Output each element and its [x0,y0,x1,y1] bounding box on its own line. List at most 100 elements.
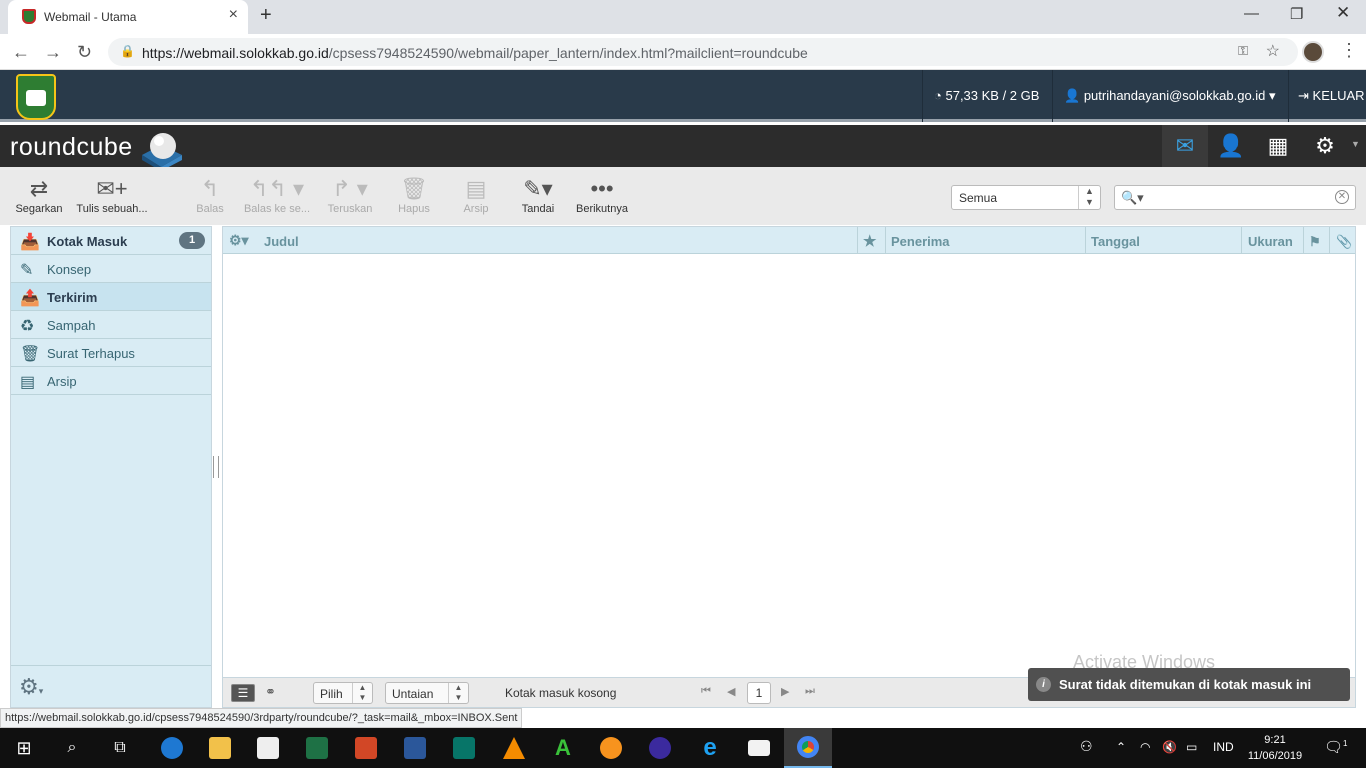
pencil-icon: ✎ [20,262,34,279]
last-page-icon[interactable]: ⏭ [805,685,815,698]
forward-icon[interactable]: → [44,42,62,63]
folder-junk[interactable]: ♻ Sampah [11,311,211,339]
info-icon: i [1036,677,1051,692]
mail-task-button[interactable]: ✉ [1162,125,1208,167]
taskbar-app-a[interactable]: A [539,728,587,768]
minimize-icon[interactable]: — [1244,5,1259,22]
logout-button[interactable]: ⇥ KELUAR [1298,88,1365,104]
search-icon[interactable]: 🔍▾ [1121,190,1144,206]
key-icon[interactable]: ⚿ [1238,43,1248,59]
taskbar-mail[interactable] [735,728,783,768]
select-arrows-icon: ▲ ▼ [1078,186,1100,209]
compose-button[interactable]: ✉+ Tulis sebuah... [72,175,152,215]
calendar-task-button[interactable]: ▦ [1255,125,1301,167]
taskbar-word[interactable] [391,728,439,768]
tab-title: Webmail - Utama [44,10,137,24]
volume-muted-icon[interactable]: 🔇 [1162,740,1177,754]
word-icon [404,737,426,759]
taskbar-publisher[interactable] [440,728,488,768]
task-view-button[interactable]: ⧉ [96,728,144,768]
close-tab-icon[interactable]: × [229,6,238,24]
threads-toggle-icon[interactable]: ⚭ [265,684,276,700]
contacts-task-button[interactable]: 👤 [1208,125,1254,167]
taskbar-uc-browser[interactable] [587,728,635,768]
user-menu[interactable]: 👤 putrihandayani@solokkab.go.id ▾ [1064,88,1276,104]
action-center-icon[interactable]: 🗨1 [1324,738,1348,756]
people-icon[interactable]: ⚇ [1080,738,1093,755]
divider [857,227,858,254]
taskbar-edge[interactable] [148,728,196,768]
address-bar[interactable]: 🔒 https://webmail.solokkab.go.id/cpsess7… [108,38,1298,66]
profile-avatar[interactable] [1302,41,1324,63]
folder-archive[interactable]: ▤ Arsip [11,367,211,395]
mark-button[interactable]: ✎▾ Tandai [516,175,560,215]
page-number-input[interactable]: 1 [747,682,771,704]
column-subject[interactable]: Judul [264,234,299,249]
folder-drafts[interactable]: ✎ Konsep [11,255,211,283]
folder-sent[interactable]: 📤 Terkirim [11,283,211,311]
threads-dropdown[interactable]: Untaian ▲ ▼ [385,682,469,704]
reload-icon[interactable]: ↻ [77,42,92,63]
browser-tab[interactable]: Webmail - Utama × [8,0,248,34]
roundcube-logo-text[interactable]: roundcube [10,133,133,162]
taskbar-search-button[interactable]: ⌕ [48,728,96,768]
search-input[interactable] [1145,189,1325,206]
flag-star-icon[interactable]: ★ [863,232,876,250]
folder-inbox[interactable]: 📥 Kotak Masuk 1 [11,227,211,255]
select-dropdown[interactable]: Pilih ▲ ▼ [313,682,373,704]
column-date[interactable]: Tanggal [1091,234,1140,249]
reply-all-button[interactable]: ↰↰ ▾ Balas ke se... [242,175,312,215]
taskbar-excel[interactable] [293,728,341,768]
status-bar-link: https://webmail.solokkab.go.id/cpsess794… [0,708,523,728]
list-options-gear-icon[interactable]: ⚙▾ [229,232,249,249]
column-recipient[interactable]: Penerima [891,234,950,249]
taskbar-explorer[interactable] [196,728,244,768]
taskbar-internet-explorer[interactable]: e [686,728,734,768]
attachment-column-icon[interactable]: 📎 [1336,234,1352,250]
close-window-icon[interactable]: ✕ [1336,3,1350,23]
flag-column-icon[interactable]: ⚑ [1309,234,1321,250]
column-size[interactable]: Ukuran [1248,234,1293,249]
cpanel-bar: ◔ 57,33 KB / 2 GB 👤 putrihandayani@solok… [0,70,1366,122]
taskbar-app-purple[interactable] [636,728,684,768]
back-icon[interactable]: ← [12,42,30,63]
list-status-text: Kotak masuk kosong [505,686,617,700]
taskbar-store[interactable] [244,728,292,768]
network-icon[interactable]: ◠ [1140,740,1150,754]
powerpoint-icon [355,737,377,759]
refresh-button[interactable]: ⇄ Segarkan [14,175,64,215]
previous-page-icon[interactable]: ◀ [727,685,735,698]
archive-button[interactable]: ▤ Arsip [456,175,496,215]
taskbar-chrome[interactable] [784,728,832,768]
taskbar-vlc[interactable] [490,728,538,768]
start-button[interactable]: ⊞ [0,728,48,768]
clear-search-icon[interactable]: ✕ [1335,190,1349,204]
more-button[interactable]: ••• Berikutnya [574,175,630,215]
caret-down-icon[interactable]: ▼ [1351,139,1360,149]
show-hidden-icons-icon[interactable]: ⌃ [1116,740,1126,754]
windows-logo-icon: ⊞ [16,737,32,758]
search-icon: ⌕ [67,739,77,756]
folder-trash[interactable]: 🗑 Surat Terhapus [11,339,211,367]
gear-icon[interactable]: ⚙▾ [19,674,43,700]
delete-button[interactable]: 🗑 Hapus [394,175,434,215]
settings-task-button[interactable]: ⚙ [1302,125,1348,167]
restore-icon[interactable]: ❐ [1290,5,1303,23]
filter-select[interactable]: Semua ▲ ▼ [951,185,1101,210]
system-clock[interactable]: 9:21 11/06/2019 [1242,732,1308,764]
list-view-icon[interactable]: ☰ [231,684,255,702]
battery-icon[interactable]: ▭ [1186,740,1197,754]
notification-toast[interactable]: i Surat tidak ditemukan di kotak masuk i… [1028,668,1350,701]
solok-logo[interactable] [16,74,56,120]
forward-button[interactable]: ↱ ▾ Teruskan [324,175,376,215]
first-page-icon[interactable]: ⏮ [701,685,711,698]
new-tab-icon[interactable]: + [260,4,272,27]
pane-resizer[interactable] [213,456,219,478]
search-box[interactable]: 🔍▾ ✕ [1114,185,1356,210]
bookmark-star-icon[interactable]: ☆ [1266,41,1280,61]
taskbar-powerpoint[interactable] [342,728,390,768]
next-page-icon[interactable]: ▶ [781,685,789,698]
reply-button[interactable]: ↰ Balas [190,175,230,215]
language-indicator[interactable]: IND [1213,740,1234,754]
menu-dots-icon[interactable]: ⋮ [1340,40,1358,61]
